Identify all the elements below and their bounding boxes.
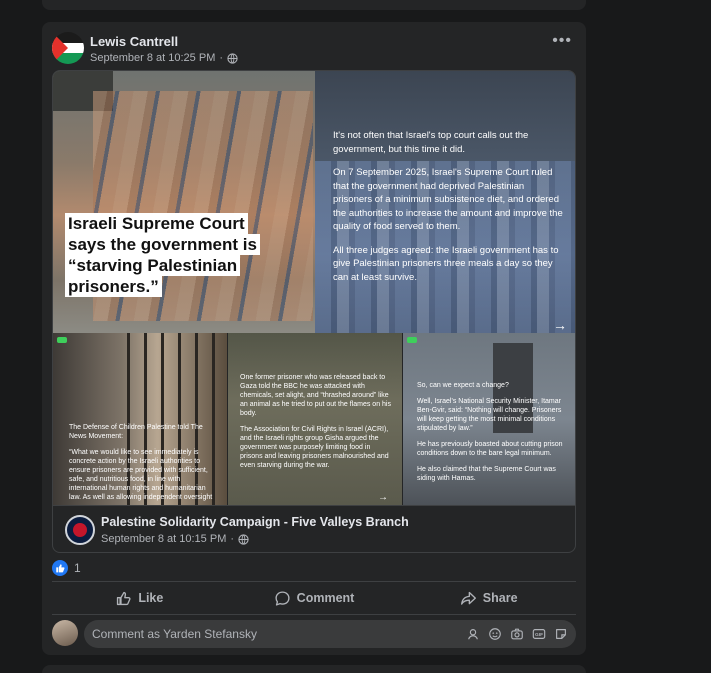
share-icon [460, 591, 476, 605]
shared-image-headline[interactable]: Israeli Supreme Court says the governmen… [53, 71, 315, 333]
shared-source: Palestine Solidarity Campaign - Five Val… [53, 505, 575, 552]
avatar-icon[interactable] [466, 627, 480, 641]
thumb-paragraph: The Association for Civil Rights in Isra… [240, 426, 389, 469]
emoji-icon[interactable] [488, 627, 502, 641]
shared-post[interactable]: Israeli Supreme Court says the governmen… [52, 70, 576, 553]
author-avatar[interactable] [52, 32, 84, 64]
globe-icon [227, 52, 238, 64]
image-paragraph: It's not often that Israel's top court c… [333, 130, 529, 155]
svg-text:GIF: GIF [535, 632, 543, 638]
reaction-count: 1 [74, 561, 81, 575]
post-author[interactable]: Lewis Cantrell [90, 34, 178, 49]
like-reaction-icon [52, 560, 68, 576]
news-feed: Lewis Cantrell September 8 at 10:25 PM ·… [0, 0, 711, 673]
next-post-card [42, 665, 586, 673]
comment-label: Comment [296, 591, 355, 605]
like-label: Like [138, 591, 164, 605]
globe-icon [238, 533, 249, 545]
sticker-icon[interactable] [554, 627, 568, 641]
palestine-flag-icon [52, 32, 84, 64]
current-user-avatar[interactable] [52, 620, 78, 646]
next-arrow-icon: → [553, 317, 567, 333]
thumb-paragraph: He also claimed that the Supreme Court w… [417, 466, 556, 482]
previous-post-card [42, 0, 586, 10]
thumb-paragraph: He has previously boasted about cutting … [417, 441, 563, 457]
like-button[interactable]: Like [52, 583, 227, 613]
thumb-text: One former prisoner who was released bac… [240, 373, 392, 477]
share-label: Share [482, 591, 518, 605]
headline-line: says the government is [65, 234, 260, 255]
post-meta: September 8 at 10:25 PM · [90, 52, 238, 64]
comment-composer: Comment as Yarden Stefansky GIF [52, 620, 576, 648]
post-actions: Like Comment Share [52, 583, 576, 613]
meta-separator: · [219, 52, 224, 64]
comment-button[interactable]: Comment [227, 583, 402, 613]
thumb-paragraph: So, can we expect a change? [417, 382, 509, 389]
source-meta: September 8 at 10:15 PM · [101, 533, 249, 545]
post-timestamp[interactable]: September 8 at 10:25 PM [90, 52, 215, 64]
thumb-text: So, can we expect a change? Well, Israel… [417, 381, 567, 490]
headline-caption: Israeli Supreme Court says the governmen… [65, 213, 293, 297]
thumb-text: The Defense of Children Palestine told T… [69, 423, 219, 505]
comment-icon [275, 590, 290, 606]
headline-line: Israeli Supreme Court [65, 213, 248, 234]
tnm-tag-icon [57, 337, 67, 343]
shared-image-text[interactable]: It's not often that Israel's top court c… [315, 71, 575, 333]
thumb-paragraph: Well, Israel's National Security Ministe… [417, 398, 562, 432]
shared-thumb-1[interactable]: The Defense of Children Palestine told T… [53, 333, 227, 505]
more-options-button[interactable]: ••• [552, 33, 572, 49]
image-paragraph: All three judges agreed: the Israeli gov… [333, 244, 559, 283]
divider [52, 614, 576, 615]
post-card: Lewis Cantrell September 8 at 10:25 PM ·… [42, 22, 586, 655]
thumb-arrow-icon: → [378, 492, 388, 503]
thumb-paragraph: One former prisoner who was released bac… [240, 374, 391, 417]
image-paragraph: On 7 September 2025, Israel's Supreme Co… [333, 167, 563, 232]
divider [52, 581, 576, 582]
share-button[interactable]: Share [401, 583, 576, 613]
meta-separator: · [230, 533, 235, 545]
tnm-tag-icon [407, 337, 417, 343]
comment-input[interactable]: Comment as Yarden Stefansky GIF [84, 620, 576, 648]
headline-line: “starving Palestinian [65, 255, 241, 276]
camera-icon[interactable] [510, 627, 524, 641]
source-avatar[interactable] [65, 515, 95, 545]
image-text-block: It's not often that Israel's top court c… [333, 129, 565, 294]
source-logo-icon [73, 523, 87, 537]
shared-thumb-3[interactable]: So, can we expect a change? Well, Israel… [403, 333, 575, 505]
source-name[interactable]: Palestine Solidarity Campaign - Five Val… [101, 515, 409, 529]
like-icon [117, 591, 131, 605]
comment-tools: GIF [466, 627, 568, 641]
comment-placeholder: Comment as Yarden Stefansky [92, 627, 257, 641]
thumb-paragraph: The Defense of Children Palestine told T… [69, 424, 203, 440]
source-timestamp[interactable]: September 8 at 10:15 PM [101, 533, 226, 545]
thumb-paragraph: “What we would like to see immediately i… [69, 449, 213, 501]
shared-thumb-2[interactable]: One former prisoner who was released bac… [228, 333, 402, 505]
reactions-summary[interactable]: 1 [52, 560, 81, 576]
headline-line: prisoners.” [65, 276, 162, 297]
gif-icon[interactable]: GIF [532, 627, 546, 641]
